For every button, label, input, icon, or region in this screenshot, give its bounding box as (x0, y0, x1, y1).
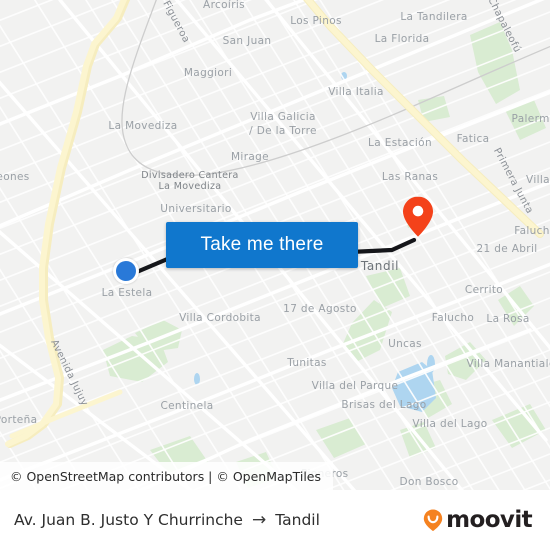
map-attribution[interactable]: © OpenStreetMap contributors | © OpenMap… (0, 462, 334, 490)
map-attribution-text: © OpenStreetMap contributors | © OpenMap… (10, 468, 322, 484)
take-me-there-label: Take me there (200, 234, 324, 255)
trip-destination: Tandil (275, 511, 320, 529)
trip-origin: Av. Juan B. Justo Y Churrinche (14, 511, 243, 529)
moovit-wordmark: moovit (446, 507, 532, 533)
destination-pin[interactable] (403, 196, 433, 237)
origin-dot[interactable] (113, 258, 139, 284)
destination-pin-icon (403, 196, 433, 237)
moovit-map-screen: Arcoíris Los Pinos La Tandilera San Juan La … (0, 0, 550, 550)
map-canvas[interactable]: Arcoíris Los Pinos La Tandilera San Juan La … (0, 0, 550, 490)
arrow-right-icon: → (251, 510, 267, 530)
trip-title: Av. Juan B. Justo Y Churrinche → Tandil (14, 510, 320, 530)
footer-bar: Av. Juan B. Justo Y Churrinche → Tandil … (0, 490, 550, 550)
moovit-pin-icon (423, 509, 443, 531)
moovit-logo[interactable]: moovit (421, 507, 533, 533)
origin-dot-core (116, 261, 136, 281)
take-me-there-button[interactable]: Take me there (166, 222, 358, 268)
